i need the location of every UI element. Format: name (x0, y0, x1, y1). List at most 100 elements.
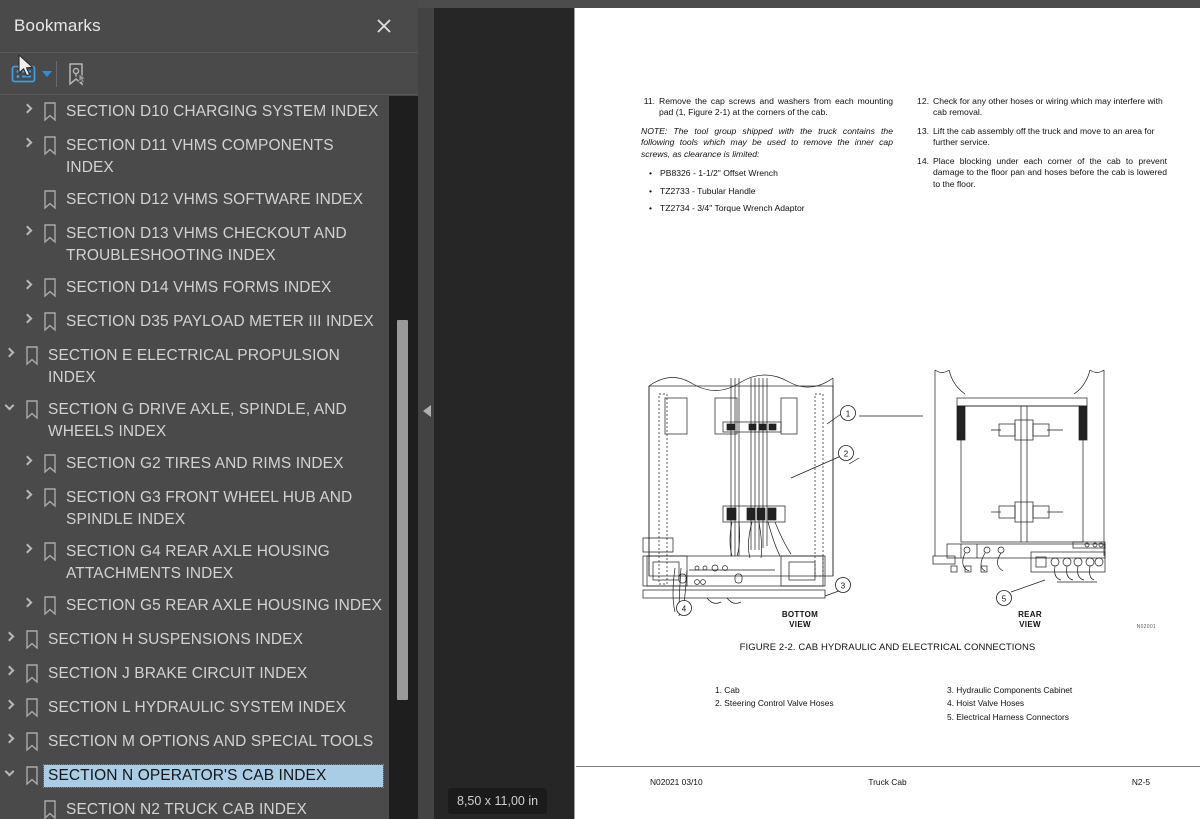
chevron-right-icon[interactable] (20, 487, 38, 507)
bookmark-item[interactable]: SECTION D14 VHMS FORMS INDEX (0, 272, 389, 306)
close-icon[interactable] (372, 14, 396, 38)
list-item: • PB8326 - 1-1/2" Offset Wrench (641, 168, 893, 179)
drawing-number: N02001 (1136, 624, 1156, 630)
bookmark-label: SECTION N OPERATOR'S CAB INDEX (43, 764, 384, 788)
footer-divider (576, 766, 1200, 767)
step-number: 13. (917, 125, 929, 136)
chevron-right-icon[interactable] (2, 697, 20, 717)
bookmark-flag-icon (38, 189, 62, 210)
procedure-step: 14. Place blocking under each corner of … (915, 156, 1167, 190)
bookmark-label: SECTION G4 REAR AXLE HOUSING ATTACHMENTS… (66, 543, 330, 582)
bookmark-label: SECTION D35 PAYLOAD METER III INDEX (66, 313, 374, 330)
bullet-icon: • (649, 202, 653, 213)
chevron-right-icon[interactable] (20, 135, 38, 155)
bookmark-item[interactable]: SECTION D35 PAYLOAD METER III INDEX (0, 306, 389, 340)
bookmark-item[interactable]: SECTION D13 VHMS CHECKOUT AND TROUBLESHO… (0, 218, 389, 272)
bookmark-label: SECTION G2 TIRES AND RIMS INDEX (66, 455, 344, 472)
bookmark-label: SECTION M OPTIONS AND SPECIAL TOOLS (48, 733, 374, 750)
chevron-right-icon[interactable] (20, 223, 38, 243)
bookmark-flag-icon (20, 345, 44, 366)
bookmark-flag-icon (38, 311, 62, 332)
bookmark-item[interactable]: SECTION N OPERATOR'S CAB INDEX (0, 760, 389, 794)
bookmark-item[interactable]: SECTION G4 REAR AXLE HOUSING ATTACHMENTS… (0, 536, 389, 590)
pdf-viewer: 8,50 x 11,00 in 11. Remove the cap screw… (434, 8, 1200, 819)
bookmark-flag-icon (38, 595, 62, 616)
toolbar-divider (56, 61, 57, 87)
legend-item: 4. Hoist Valve Hoses (947, 698, 1025, 709)
bullet-icon: • (649, 185, 653, 196)
figure-caption: FIGURE 2-2. CAB HYDRAULIC AND ELECTRICAL… (739, 642, 1036, 653)
collapse-left-icon[interactable] (420, 398, 434, 424)
bookmark-item[interactable]: SECTION D11 VHMS COMPONENTS INDEX (0, 130, 389, 184)
rear-view-label: REAR VIEW (1018, 610, 1042, 629)
bookmark-label: SECTION D13 VHMS CHECKOUT AND TROUBLESHO… (66, 225, 347, 264)
bookmark-flag-icon (20, 663, 44, 684)
bookmark-item[interactable]: SECTION H SUSPENSIONS INDEX (0, 624, 389, 658)
step-number: 14. (917, 155, 929, 166)
bookmarks-panel: Bookmarks SECTION D10 CHARGING SYSTEM IN… (0, 0, 418, 819)
bookmark-item[interactable]: SECTION J BRAKE CIRCUIT INDEX (0, 658, 389, 692)
svg-text:4: 4 (682, 605, 687, 614)
chevron-down-icon[interactable] (42, 71, 52, 77)
chevron-right-icon[interactable] (2, 345, 20, 365)
chevron-right-icon[interactable] (20, 101, 38, 121)
svg-text:3: 3 (841, 582, 846, 591)
technical-figure: 1 2 3 4 5 BOTTOM VIEW REAR VIEW (635, 360, 1155, 640)
chevron-right-icon[interactable] (20, 453, 38, 473)
bookmark-item[interactable]: SECTION G2 TIRES AND RIMS INDEX (0, 448, 389, 482)
tool-text: TZ2734 - 3/4" Torque Wrench Adaptor (660, 202, 805, 213)
bookmark-label: SECTION E ELECTRICAL PROPULSION INDEX (48, 347, 340, 386)
bookmark-label: SECTION G3 FRONT WHEEL HUB AND SPINDLE I… (66, 489, 353, 528)
step-number: 11. (643, 96, 655, 106)
list-item: • TZ2733 - Tubular Handle (641, 186, 893, 197)
footer-right: N2-5 (1131, 777, 1150, 787)
bookmark-flag-icon (38, 101, 62, 122)
bookmark-item[interactable]: SECTION N2 TRUCK CAB INDEX (0, 794, 389, 819)
bookmark-item[interactable]: SECTION G DRIVE AXLE, SPINDLE, AND WHEEL… (0, 394, 389, 448)
bookmark-item[interactable]: SECTION M OPTIONS AND SPECIAL TOOLS (0, 726, 389, 760)
chevron-right-icon[interactable] (20, 311, 38, 331)
bookmark-label: SECTION N2 TRUCK CAB INDEX (66, 801, 307, 818)
bookmark-flag-icon (38, 799, 62, 819)
bookmarks-panel-header: Bookmarks (0, 0, 418, 53)
chevron-right-icon[interactable] (2, 629, 20, 649)
bookmarks-toolbar (0, 53, 418, 95)
legend-item: 1. Cab (715, 685, 740, 695)
tool-text: TZ2733 - Tubular Handle (660, 185, 756, 196)
bookmark-item[interactable]: SECTION E ELECTRICAL PROPULSION INDEX (0, 340, 389, 394)
bookmark-label: SECTION J BRAKE CIRCUIT INDEX (48, 665, 308, 682)
chevron-right-icon[interactable] (2, 663, 20, 683)
bookmark-label: SECTION D11 VHMS COMPONENTS INDEX (66, 137, 334, 176)
figure-legend-left: 1. Cab 2. Steering Control Valve Hoses (715, 684, 834, 711)
new-bookmark-icon[interactable] (62, 60, 94, 88)
bookmark-item[interactable]: SECTION D12 VHMS SOFTWARE INDEX (0, 184, 389, 218)
bookmark-label: SECTION G DRIVE AXLE, SPINDLE, AND WHEEL… (48, 401, 347, 440)
bookmark-label: SECTION D12 VHMS SOFTWARE INDEX (66, 191, 364, 208)
bookmark-label: SECTION G5 REAR AXLE HOUSING INDEX (66, 597, 383, 614)
document-right-column: 12. Check for any other hoses or wiring … (915, 96, 1167, 197)
procedure-step: 13. Lift the cab assembly off the truck … (915, 126, 1167, 149)
bookmark-flag-icon (38, 487, 62, 508)
bookmark-options-icon[interactable] (10, 60, 56, 88)
bookmark-flag-icon (20, 399, 44, 420)
bookmark-flag-icon (38, 135, 62, 156)
chevron-down-icon[interactable] (2, 399, 20, 419)
figure-drawing: 1 2 3 4 5 (642, 369, 1106, 617)
chevron-down-icon[interactable] (2, 765, 20, 785)
procedure-step: 12. Check for any other hoses or wiring … (915, 96, 1167, 119)
bookmarks-scrollbar-thumb[interactable] (397, 320, 408, 700)
chevron-right-icon[interactable] (20, 277, 38, 297)
bookmark-item[interactable]: SECTION G5 REAR AXLE HOUSING INDEX (0, 590, 389, 624)
bookmark-label: SECTION H SUSPENSIONS INDEX (48, 631, 304, 648)
bookmarks-list[interactable]: SECTION D10 CHARGING SYSTEM INDEX SECTION… (0, 96, 389, 819)
bookmark-flag-icon (20, 731, 44, 752)
bookmark-item[interactable]: SECTION G3 FRONT WHEEL HUB AND SPINDLE I… (0, 482, 389, 536)
bookmark-item[interactable]: SECTION L HYDRAULIC SYSTEM INDEX (0, 692, 389, 726)
svg-text:5: 5 (1002, 595, 1007, 604)
chevron-right-icon[interactable] (20, 595, 38, 615)
svg-text:1: 1 (846, 410, 851, 419)
chevron-right-icon[interactable] (2, 731, 20, 751)
document-left-column: 11. Remove the cap screws and washers fr… (641, 96, 893, 220)
chevron-right-icon[interactable] (20, 541, 38, 561)
bookmark-item[interactable]: SECTION D10 CHARGING SYSTEM INDEX (0, 96, 389, 130)
